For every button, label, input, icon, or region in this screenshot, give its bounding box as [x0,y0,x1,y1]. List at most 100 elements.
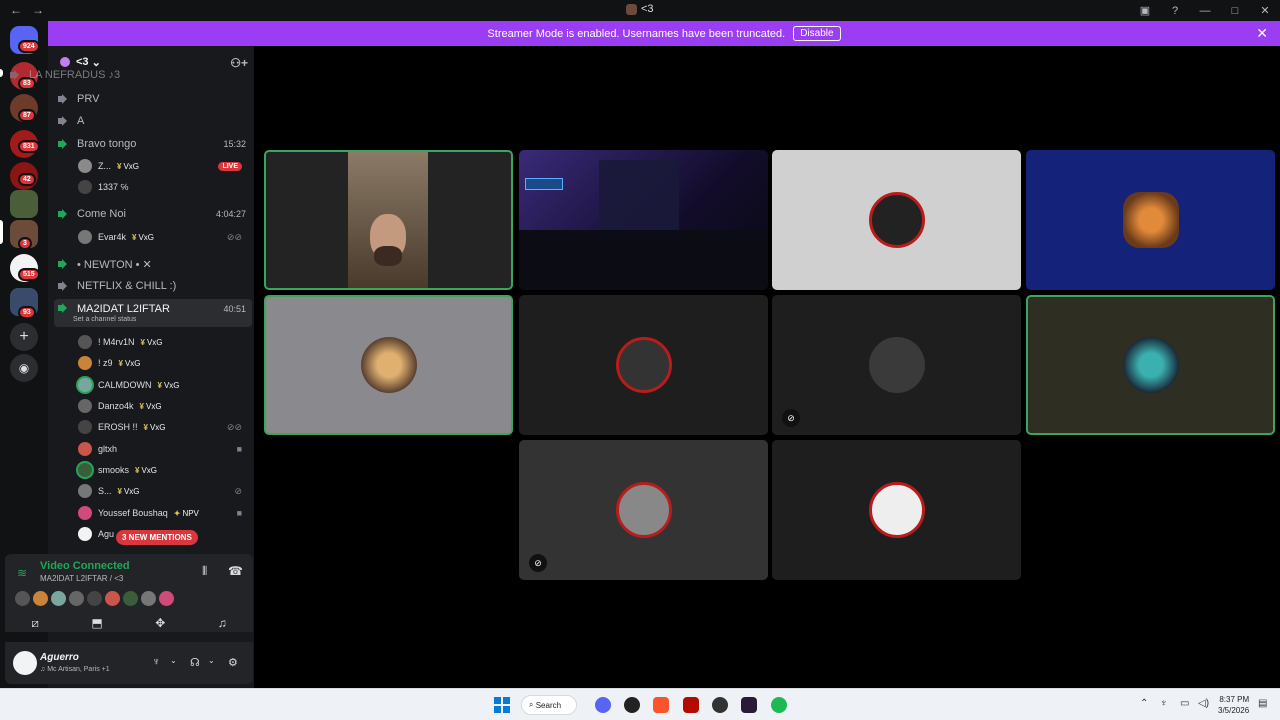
avatar [1122,337,1179,393]
nav-arrows[interactable]: ←→ [10,3,54,17]
voice-channel-icon [58,259,70,269]
avatar [360,337,417,393]
discover-icon[interactable]: ◉ [10,354,38,382]
discord-app-icon[interactable] [595,697,611,713]
video-tile[interactable] [772,150,1021,290]
avatar [868,192,925,248]
voice-member[interactable]: smooks ¥ VxG [78,461,250,479]
camera-off-icon[interactable]: ⧄ [31,616,39,631]
new-mentions-button[interactable]: 3 NEW MENTIONS [116,530,198,545]
voice-connection-panel: ≋ Video Connected MA2IDAT L2IFTAR / <3 ⦀… [5,554,253,632]
camera-icon: ■ [236,508,242,518]
avatar [78,484,92,498]
avatar [51,591,66,606]
streamer-mode-banner: Streamer Mode is enabled. Usernames have… [48,21,1280,46]
window-title: <3 [626,3,654,15]
voice-status[interactable]: Video Connected [40,560,130,572]
channel-ma2idat-l2iftar[interactable]: MA2IDAT L2IFTAR 40:51 Set a channel status [54,299,252,327]
voice-member[interactable]: Youssef Boushaq ✦ NPV ■ [78,504,250,522]
back-icon[interactable]: ← [10,3,32,17]
voice-member[interactable]: S... ¥ VxG ⊘ [78,482,250,500]
chevron-up-icon[interactable]: ⌃ [1140,698,1148,709]
channel-partial[interactable]: LA NEFRADUS ♪3 [10,70,204,80]
app-icon[interactable] [741,697,757,713]
muted-deafened-icon: ⊘⊘ [226,421,242,432]
disconnect-icon[interactable]: ☎ [228,564,243,578]
network-icon[interactable]: ▭ [1180,698,1189,709]
voice-channel-label[interactable]: MA2IDAT L2IFTAR / <3 [40,574,123,583]
disable-button[interactable]: Disable [793,26,841,41]
microphone-icon[interactable]: ♆ [1160,698,1168,709]
noise-suppression-icon[interactable]: ⦀ [202,564,207,579]
voice-member[interactable]: CALMDOWN ¥ VxG [78,376,250,394]
voice-member[interactable]: Z... ¥ VxG LIVE [78,157,250,175]
tag-icon: ¥ [157,380,162,390]
voice-member[interactable]: gltxh ■ [78,440,250,458]
minimize-button[interactable]: — [1190,5,1220,17]
voice-member[interactable]: EROSH !! ¥ VxG ⊘⊘ [78,418,250,436]
volume-icon[interactable]: ◁) [1198,698,1209,709]
voice-member[interactable]: 1337 ℅ [78,178,250,196]
video-tile[interactable]: ⊘ [772,295,1021,435]
avatar [78,399,92,413]
chevron-down-icon[interactable]: ⌄ [170,656,177,665]
inbox-icon[interactable]: ▣ [1130,4,1160,17]
acrobat-app-icon[interactable] [683,697,699,713]
avatar[interactable] [13,651,37,675]
voice-member[interactable]: ! M4rv1N ¥ VxG [78,333,250,351]
channel-a[interactable]: A [58,113,252,129]
video-tile[interactable] [264,150,513,290]
avatar [1122,192,1179,248]
channel-bravo-tongo[interactable]: Bravo tongo 15:32 [58,136,252,152]
app-icon[interactable] [712,697,728,713]
gear-icon[interactable]: ⚙ [228,656,238,669]
channel-come-noi[interactable]: Come Noi 4:04:27 [58,206,252,222]
taskbar-search[interactable]: ⌕ Search [521,695,577,715]
tag-icon: ¥ [117,486,122,496]
taskbar-clock[interactable]: 8:37 PM 3/5/2026 [1218,694,1249,716]
forward-icon[interactable]: → [32,3,54,17]
soundboard-icon[interactable]: ♫ [218,616,227,631]
close-button[interactable]: ✕ [1250,4,1280,17]
maximize-button[interactable]: □ [1220,5,1250,17]
avatar [78,159,92,173]
g-app-icon[interactable] [624,697,640,713]
microphone-icon[interactable]: ♆ [152,656,160,668]
voice-member[interactable]: Danzo4k ¥ VxG [78,397,250,415]
screen-share-icon[interactable]: ⬒ [91,616,102,631]
windows-start-icon[interactable] [494,697,510,713]
voice-channel-icon [58,303,70,313]
windows-taskbar: ⌕ Search ⌃ ♆ ▭ ◁) 8:37 PM 3/5/2026 ▤ [0,688,1280,720]
avatar [159,591,174,606]
video-tile[interactable] [772,440,1021,580]
tag-icon: ¥ [118,358,123,368]
voice-member[interactable]: ! z9 ¥ VxG [78,354,250,372]
channel-prv[interactable]: PRV [58,91,252,107]
notification-icon[interactable]: ▤ [1258,698,1267,709]
avatar [15,591,30,606]
signal-icon[interactable]: ≋ [17,566,27,580]
headphones-icon[interactable]: ☊ [190,656,200,669]
add-server-icon[interactable]: + [10,323,38,351]
channel-newton[interactable]: • NEWTON • ✕ [58,256,252,272]
channel-netflix[interactable]: NETFLIX & CHILL :) [58,278,252,294]
server-icon[interactable] [10,190,38,218]
video-tile[interactable] [264,295,513,435]
voice-member[interactable]: Evar4k ¥ VxG ⊘⊘ [78,228,250,246]
chevron-down-icon[interactable]: ⌄ [208,656,215,665]
spotify-app-icon[interactable] [771,697,787,713]
video-tile[interactable]: ⊘ [519,440,768,580]
brave-app-icon[interactable] [653,697,669,713]
username[interactable]: Aguerro [40,652,79,663]
screen-share-tile[interactable] [519,150,768,290]
avatar [78,527,92,541]
server-badge: 87 [18,109,36,122]
help-icon[interactable]: ? [1160,5,1190,17]
video-tile[interactable] [519,295,768,435]
add-member-icon[interactable]: ⚇+ [230,56,248,70]
video-tile[interactable] [1026,150,1275,290]
close-icon[interactable]: ✕ [1256,25,1268,42]
set-channel-status[interactable]: Set a channel status [73,316,136,323]
activities-icon[interactable]: ✥ [155,616,165,631]
video-tile[interactable] [1026,295,1275,435]
